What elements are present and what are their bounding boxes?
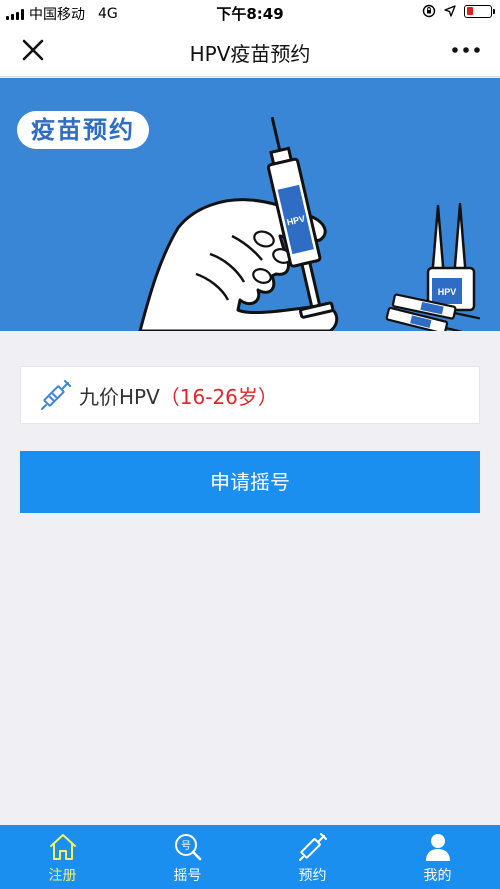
vaccine-name: 九价HPV xyxy=(79,384,160,409)
tab-label-appointment: 预约 xyxy=(298,868,327,884)
tab-mine[interactable]: 我的 xyxy=(375,825,500,889)
vial-label: HPV xyxy=(438,287,457,297)
syringe-icon xyxy=(298,833,327,861)
tab-appointment[interactable]: 预约 xyxy=(250,825,375,889)
status-bar: 中国移动 4G 下午8:49 xyxy=(0,0,500,24)
tab-label-mine: 我的 xyxy=(423,868,452,884)
tab-lottery[interactable]: 号 摇号 xyxy=(125,825,250,889)
lottery-icon: 号 xyxy=(174,834,201,861)
tab-label-register: 注册 xyxy=(48,868,77,884)
status-right xyxy=(422,4,495,18)
more-icon[interactable] xyxy=(450,38,482,62)
person-icon xyxy=(425,834,450,861)
syringe-icon xyxy=(41,380,71,410)
apply-lottery-button[interactable]: 申请摇号 xyxy=(20,451,480,513)
location-icon xyxy=(444,5,456,17)
banner: 疫苗预约 HPV HPV xyxy=(0,78,500,331)
home-icon xyxy=(49,834,76,860)
tab-label-lottery: 摇号 xyxy=(173,868,202,884)
nav-bar: HPV疫苗预约 xyxy=(0,24,500,77)
vaccine-age-range: （16-26岁） xyxy=(159,384,278,409)
orientation-lock-icon xyxy=(422,4,436,18)
tab-register[interactable]: 注册 xyxy=(0,825,125,889)
page-title: HPV疫苗预约 xyxy=(189,42,311,66)
battery-icon xyxy=(464,4,495,18)
vaccine-option-card[interactable]: 九价HPV （16-26岁） xyxy=(20,366,480,424)
tab-bar: 注册 号 摇号 预约 我的 xyxy=(0,825,500,889)
hand-syringe-illustration: HPV HPV xyxy=(138,116,481,331)
svg-text:号: 号 xyxy=(181,840,191,852)
